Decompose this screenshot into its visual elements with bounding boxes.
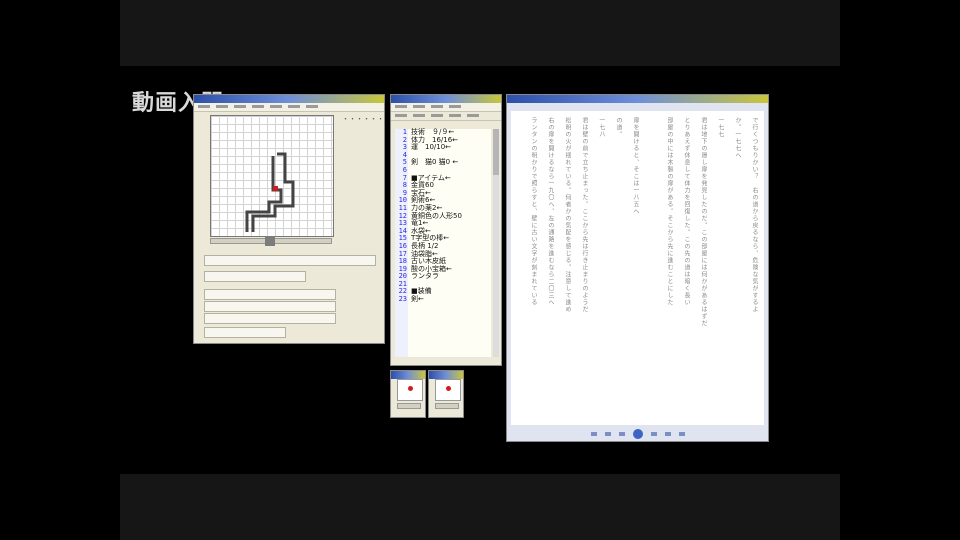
- menu-item[interactable]: [431, 105, 443, 108]
- map-editor-titlebar[interactable]: [194, 95, 384, 103]
- reader-text-column: の道。: [615, 117, 622, 138]
- reader-text-column: か。一七七へ: [734, 117, 741, 159]
- tool-button[interactable]: [413, 114, 425, 117]
- reader-text-column: 部屋の中には木製の扉がある。そこから先に進むことにした: [666, 117, 673, 306]
- map-path: [245, 152, 295, 232]
- text-editor-toolbar[interactable]: [391, 112, 501, 121]
- page-track-icon[interactable]: [618, 431, 625, 436]
- menu-item[interactable]: [395, 105, 407, 108]
- menu-item[interactable]: [234, 105, 246, 108]
- setting-row[interactable]: [204, 255, 376, 266]
- text-editor-scrollbar[interactable]: [493, 129, 499, 357]
- letterbox-top: [120, 0, 840, 66]
- tool-button[interactable]: [431, 114, 443, 117]
- reader-text-column: 松明の火が揺れている。何者かの気配を感じる。注意して進め: [564, 117, 571, 313]
- reader-text-column: 君は地下の隠し扉を発見したのだ。この部屋には何かがあるはずだ: [700, 117, 707, 327]
- prev-page-icon[interactable]: [604, 431, 611, 436]
- tool-button[interactable]: [395, 114, 407, 117]
- text-editor-window[interactable]: 1 2 3 4 5 6 7 8 9 10 11 12 13 14 15 16 17 18 19 20 21 22 23 技術…: [390, 94, 502, 366]
- map-cursor-marker: [273, 186, 278, 191]
- reader-text-column: 君は壁の前で立ち止まった。ここから先は行き止まりのようだ: [581, 117, 588, 313]
- reader-page: で行くつもりかい？ 右の道から戻るなら、危険な気がするよ か。一七七へ 一七七 君は地…: [511, 111, 764, 425]
- text-line[interactable]: 運 10/10←: [408, 144, 462, 152]
- mini-titlebar[interactable]: [429, 371, 463, 379]
- map-scrollbar[interactable]: [210, 236, 332, 246]
- zoom-icon[interactable]: [678, 431, 685, 436]
- reader-text-column: 一七八: [598, 117, 605, 138]
- record-panel: [435, 379, 461, 401]
- menu-item[interactable]: [270, 105, 282, 108]
- menu-item[interactable]: [413, 105, 425, 108]
- text-editor-menubar[interactable]: [391, 103, 501, 112]
- text-line[interactable]: ランタラ: [408, 273, 462, 281]
- text-editor-body[interactable]: 1 2 3 4 5 6 7 8 9 10 11 12 13 14 15 16 17 18 19 20 21 22 23 技術…: [395, 128, 491, 357]
- glyph-palette[interactable]: ・・・・・・・・・・・・・・・・・・・・・・・・・・・・・・・・・・・・・・・・: [342, 115, 384, 231]
- menu-item[interactable]: [288, 105, 300, 108]
- menu-item[interactable]: [198, 105, 210, 108]
- menu-item[interactable]: [306, 105, 318, 108]
- mini-window-right[interactable]: [428, 370, 464, 418]
- mini-titlebar[interactable]: [391, 371, 425, 379]
- last-page-icon[interactable]: [664, 431, 671, 436]
- scroll-knob[interactable]: [493, 129, 499, 175]
- mini-window-left[interactable]: [390, 370, 426, 418]
- reader-navigation[interactable]: [507, 426, 768, 441]
- setting-row[interactable]: [204, 313, 336, 324]
- reader-window[interactable]: で行くつもりかい？ 右の道から戻るなら、危険な気がするよ か。一七七へ 一七七 君は地…: [506, 94, 769, 442]
- text-lines[interactable]: 技術 ９/９← 体力 16/16← 運 10/10← 剣 猫0 猫0 ← ■アイテム← 金…: [408, 128, 462, 357]
- setting-row[interactable]: [204, 327, 286, 338]
- map-grid[interactable]: [210, 115, 334, 237]
- menu-item[interactable]: [252, 105, 264, 108]
- menu-item[interactable]: [449, 105, 461, 108]
- mini-button[interactable]: [397, 403, 421, 409]
- record-icon[interactable]: [408, 386, 413, 391]
- first-page-icon[interactable]: [590, 431, 597, 436]
- map-scroll-thumb[interactable]: [265, 236, 275, 246]
- text-line[interactable]: 剣←: [408, 295, 462, 304]
- reader-titlebar[interactable]: [507, 95, 768, 103]
- reader-text-column: で行くつもりかい？ 右の道から戻るなら、危険な気がするよ: [751, 117, 758, 313]
- reader-text-column: 右の扉を開けるなら一九〇へ、左の通路を進むなら二〇三へ: [547, 117, 554, 306]
- setting-row[interactable]: [204, 289, 336, 300]
- reader-text-column: 扉を開けると、そこは一八五へ: [632, 117, 639, 215]
- page-indicator-icon[interactable]: [632, 428, 643, 439]
- map-editor-menubar[interactable]: [194, 103, 384, 112]
- setting-row[interactable]: [204, 301, 336, 312]
- next-page-icon[interactable]: [650, 431, 657, 436]
- setting-row[interactable]: [204, 271, 306, 282]
- text-editor-titlebar[interactable]: [391, 95, 501, 103]
- line-number-gutter: 1 2 3 4 5 6 7 8 9 10 11 12 13 14 15 16 17 18 19 20 21 22 23: [395, 128, 408, 357]
- reader-text-column: ランタンの明かりで照らすと、壁に古い文字が刻まれている: [530, 117, 537, 306]
- reader-text-column: 一七七: [717, 117, 724, 138]
- reader-text-column: とりあえず休息して体力を回復した。この先の道は暗く長い: [683, 117, 690, 306]
- tool-button[interactable]: [449, 114, 461, 117]
- text-line[interactable]: 剣 猫0 猫0 ←: [408, 159, 462, 167]
- line-number: 23: [398, 295, 407, 304]
- mini-button[interactable]: [435, 403, 459, 409]
- record-panel: [397, 379, 423, 401]
- menu-item[interactable]: [216, 105, 228, 108]
- tool-button[interactable]: [467, 114, 479, 117]
- record-icon[interactable]: [446, 386, 451, 391]
- letterbox-bottom: [120, 474, 840, 540]
- map-editor-window[interactable]: ・・・・・・・・・・・・・・・・・・・・・・・・・・・・・・・・・・・・・・・・: [193, 94, 385, 344]
